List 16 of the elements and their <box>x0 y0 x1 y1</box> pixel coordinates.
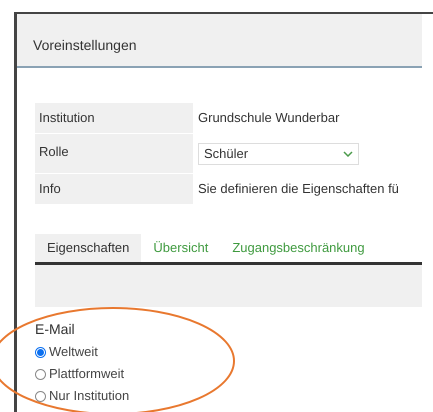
radio-label: Plattformweit <box>49 365 124 383</box>
radio-button[interactable] <box>35 346 46 358</box>
label-cell: Info <box>35 174 193 204</box>
label-cell: Institution <box>35 103 193 133</box>
email-label: E-Mail <box>35 320 76 339</box>
radio-button[interactable] <box>35 368 46 380</box>
tab[interactable]: Eigenschaften <box>35 234 142 262</box>
radio-label: Nur Institution <box>49 387 130 405</box>
label-cell: Rolle <box>35 134 193 173</box>
role-dropdown[interactable]: Schüler <box>198 142 359 164</box>
value-cell-text: Sie definieren die Eigenschaften fü <box>198 180 399 198</box>
panel-title: Voreinstellungen <box>33 36 137 55</box>
radio-label: Weltweit <box>49 343 98 361</box>
chevron-down-icon <box>343 150 353 156</box>
radio-button[interactable] <box>35 390 46 402</box>
value-cell-text: Grundschule Wunderbar <box>198 109 340 128</box>
